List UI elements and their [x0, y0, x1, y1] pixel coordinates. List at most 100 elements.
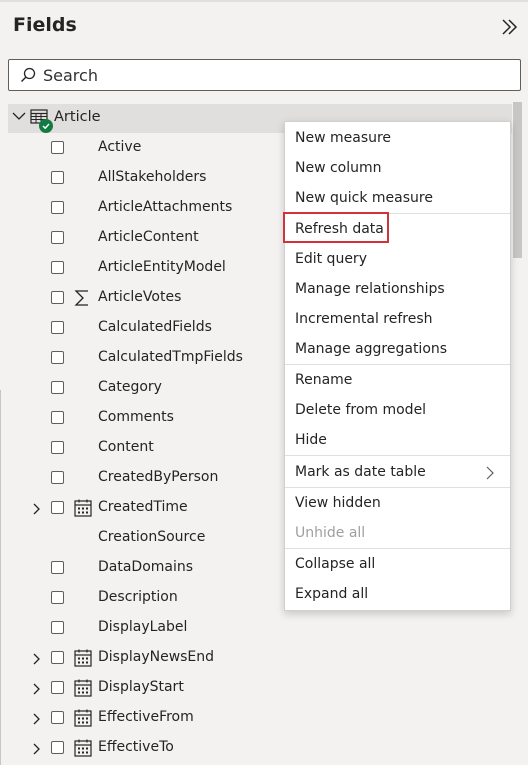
menu-item-unhide-all: Unhide all — [295, 525, 366, 541]
chevron-right-icon[interactable] — [32, 653, 41, 665]
field-row[interactable]: AllStakeholders — [0, 163, 280, 193]
field-checkbox[interactable] — [51, 741, 64, 754]
field-label: CalculatedTmpFields — [98, 349, 243, 365]
field-row[interactable]: DataDomains — [0, 553, 280, 583]
scrollbar-thumb[interactable] — [513, 102, 522, 258]
menu-item-view-hidden[interactable]: View hidden — [285, 489, 510, 519]
field-checkbox[interactable] — [51, 201, 64, 214]
menu-divider — [285, 548, 510, 549]
menu-item-manage-relationships[interactable]: Manage relationships — [285, 275, 510, 305]
menu-item-edit-query[interactable]: Edit query — [285, 245, 510, 275]
calendar-icon — [74, 649, 92, 667]
menu-divider — [285, 487, 510, 488]
top-border — [0, 0, 528, 2]
field-label: CreatedTime — [98, 499, 188, 515]
field-checkbox[interactable] — [51, 231, 64, 244]
menu-divider — [285, 455, 510, 456]
field-checkbox[interactable] — [51, 621, 64, 634]
field-label: DisplayLabel — [98, 619, 188, 635]
chevron-down-icon[interactable] — [12, 111, 26, 121]
field-row[interactable]: Comments — [0, 403, 280, 433]
menu-item-new-quick-measure[interactable]: New quick measure — [285, 184, 510, 214]
field-checkbox[interactable] — [51, 381, 64, 394]
field-label: CreatedByPerson — [98, 469, 219, 485]
field-checkbox[interactable] — [51, 441, 64, 454]
menu-item-hide[interactable]: Hide — [285, 426, 510, 456]
field-label: DisplayStart — [98, 679, 184, 695]
field-label: AllStakeholders — [98, 169, 207, 185]
chevron-right-icon[interactable] — [32, 503, 41, 515]
field-checkbox[interactable] — [51, 321, 64, 334]
field-checkbox[interactable] — [51, 141, 64, 154]
field-checkbox[interactable] — [51, 651, 64, 664]
menu-item-rename[interactable]: Rename — [285, 366, 510, 396]
field-row[interactable]: CreatedByPerson — [0, 463, 280, 493]
field-checkbox[interactable] — [51, 351, 64, 364]
search-box[interactable] — [8, 59, 521, 91]
search-icon — [21, 67, 36, 82]
field-row[interactable]: EffectiveTo — [0, 733, 280, 763]
field-row[interactable]: Active — [0, 133, 280, 163]
field-checkbox[interactable] — [51, 591, 64, 604]
field-checkbox[interactable] — [51, 261, 64, 274]
field-label: EffectiveFrom — [98, 709, 194, 725]
field-checkbox[interactable] — [51, 411, 64, 424]
field-label: DisplayNewsEnd — [98, 649, 215, 665]
calendar-icon — [74, 709, 92, 727]
menu-item-delete-from-model[interactable]: Delete from model — [285, 396, 510, 426]
field-row[interactable]: ArticleEntityModel — [0, 253, 280, 283]
collapse-pane-button[interactable] — [496, 14, 522, 40]
menu-divider — [285, 364, 510, 365]
menu-item-expand-all[interactable]: Expand all — [285, 580, 510, 610]
fields-pane: Fields Article — [0, 0, 528, 765]
menu-item-mark-as-date-table[interactable]: Mark as date table — [285, 458, 510, 488]
field-row[interactable]: EffectiveFrom — [0, 703, 280, 733]
menu-item-manage-aggregations[interactable]: Manage aggregations — [285, 335, 510, 365]
field-label: EffectiveTo — [98, 739, 174, 755]
calendar-icon — [74, 679, 92, 697]
field-label: Category — [98, 379, 162, 395]
chevron-right-icon[interactable] — [32, 743, 41, 755]
sigma-icon — [74, 290, 88, 306]
field-row[interactable]: Description — [0, 583, 280, 613]
field-checkbox[interactable] — [51, 711, 64, 724]
field-row[interactable]: DisplayNewsEnd — [0, 643, 280, 673]
field-label: Comments — [98, 409, 174, 425]
field-row[interactable]: CreatedTime — [0, 493, 280, 523]
menu-item-new-measure[interactable]: New measure — [285, 124, 510, 154]
field-row[interactable]: Content — [0, 433, 280, 463]
menu-divider — [285, 213, 510, 214]
field-row[interactable]: DisplayLabel — [0, 613, 280, 643]
field-checkbox[interactable] — [51, 681, 64, 694]
menu-item-refresh-data[interactable]: Refresh data — [285, 215, 510, 245]
calendar-icon — [74, 739, 92, 757]
field-label: CalculatedFields — [98, 319, 212, 335]
pane-title: Fields — [13, 14, 77, 36]
field-label: DataDomains — [98, 559, 194, 575]
context-menu: New measure New column New quick measure… — [284, 121, 511, 611]
chevron-right-icon[interactable] — [32, 683, 41, 695]
search-input[interactable] — [43, 62, 503, 88]
field-row[interactable]: DisplayStart — [0, 673, 280, 703]
field-checkbox[interactable] — [51, 291, 64, 304]
menu-item-new-column[interactable]: New column — [285, 154, 510, 184]
field-checkbox[interactable] — [51, 171, 64, 184]
field-checkbox[interactable] — [51, 471, 64, 484]
field-row[interactable]: CreationSource — [0, 523, 280, 553]
menu-item-label: Mark as date table — [295, 464, 426, 480]
field-label: ArticleContent — [98, 229, 199, 245]
field-checkbox[interactable] — [51, 561, 64, 574]
field-label: CreationSource — [98, 529, 206, 545]
field-checkbox[interactable] — [51, 501, 64, 514]
menu-item-collapse-all[interactable]: Collapse all — [285, 550, 510, 580]
field-row[interactable]: CalculatedFields — [0, 313, 280, 343]
field-row[interactable]: Category — [0, 373, 280, 403]
field-row[interactable]: ArticleAttachments — [0, 193, 280, 223]
chevron-right-icon[interactable] — [32, 713, 41, 725]
field-row[interactable]: ArticleContent — [0, 223, 280, 253]
check-badge-icon — [39, 119, 53, 133]
field-row[interactable]: CalculatedTmpFields — [0, 343, 280, 373]
menu-item-incremental-refresh[interactable]: Incremental refresh — [285, 305, 510, 335]
field-row[interactable]: ArticleVotes — [0, 283, 280, 313]
table-name: Article — [54, 109, 101, 125]
